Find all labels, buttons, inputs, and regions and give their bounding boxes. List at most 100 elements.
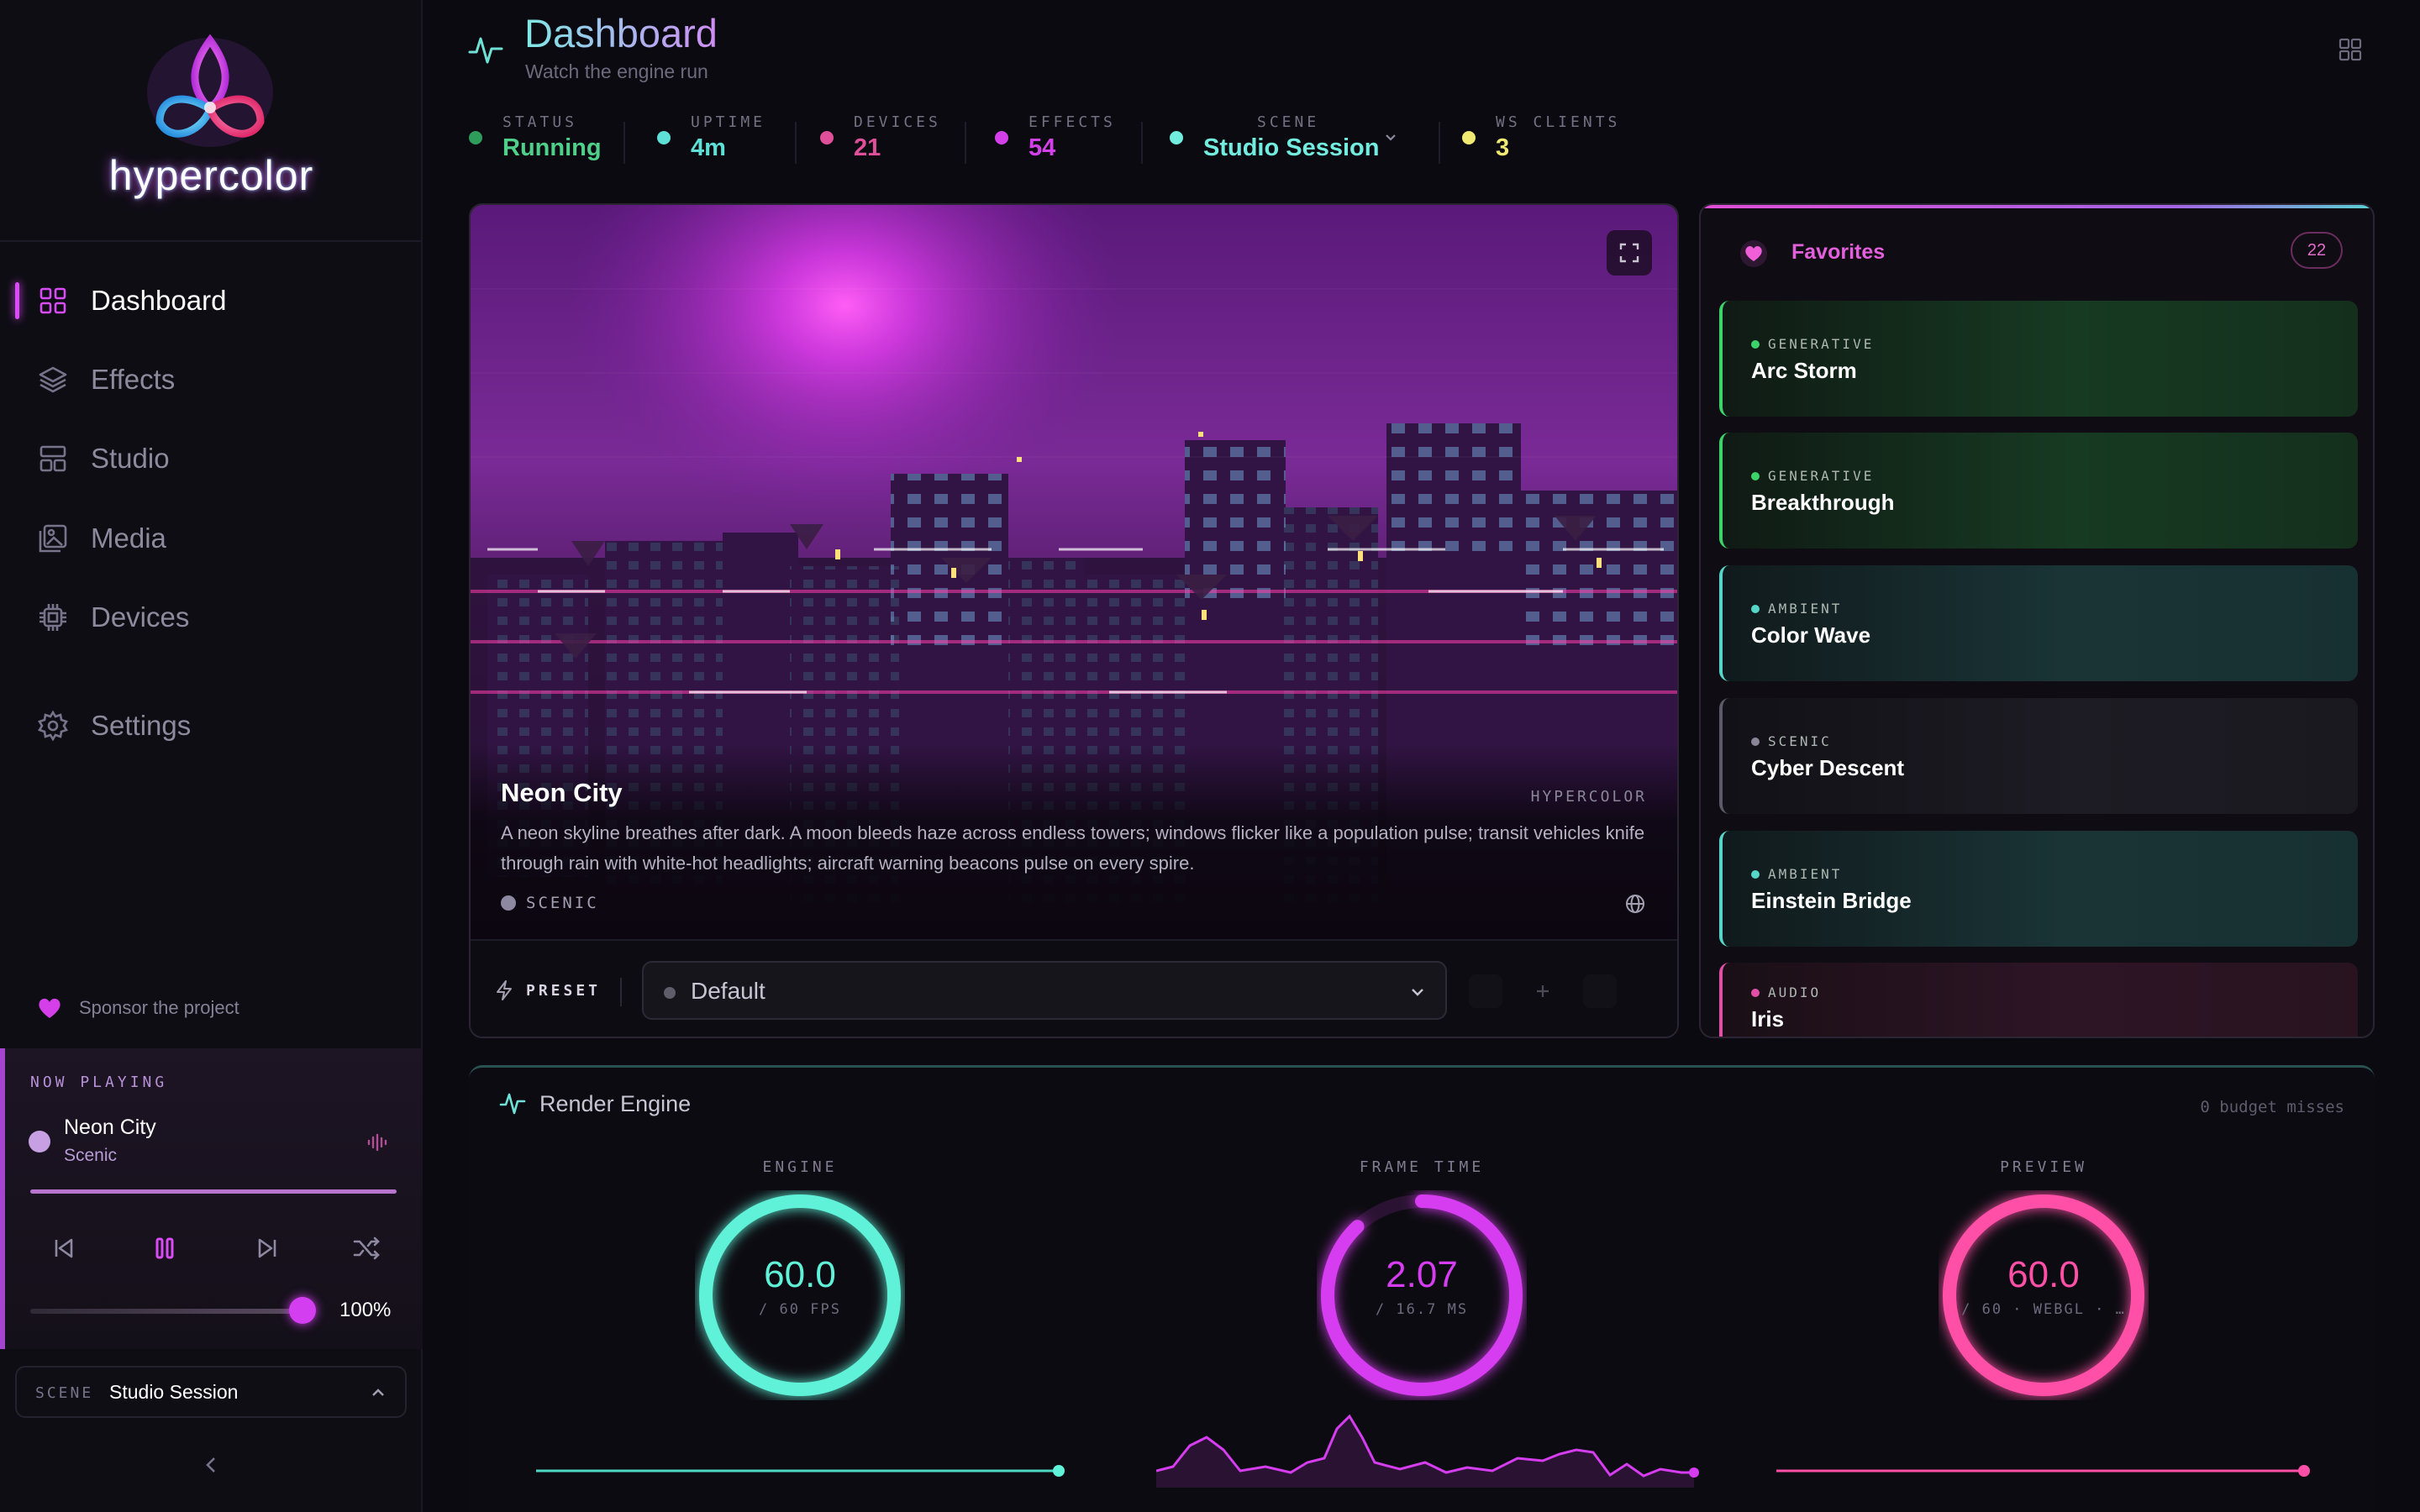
chip-icon — [39, 604, 66, 631]
favorite-name: Cyber Descent — [1751, 755, 1905, 780]
status-dot — [1170, 131, 1183, 144]
category-dot — [1751, 339, 1760, 349]
stat-ws-clients: WS CLIENTS 3 — [1462, 109, 1630, 168]
stat-uptime: UPTIME 4m — [657, 109, 783, 168]
stat-divider — [795, 122, 797, 164]
media-icon — [39, 524, 67, 553]
now-playing-title: NOW PLAYING — [30, 1074, 168, 1091]
heart-icon — [1740, 240, 1767, 267]
favorite-name: Breakthrough — [1751, 490, 1895, 515]
audio-wave-icon — [367, 1133, 387, 1152]
category-dot — [1751, 604, 1760, 613]
fullscreen-button[interactable] — [1607, 230, 1652, 276]
gauge-label: PREVIEW — [2000, 1158, 2087, 1176]
hypercolor-logo-icon — [147, 34, 273, 147]
nav-label-media: Media — [91, 522, 166, 554]
stat-value: Running — [502, 134, 602, 161]
volume-slider-handle[interactable] — [289, 1297, 316, 1324]
now-playing-indicator — [29, 1131, 50, 1152]
gauge-value: 2.07 — [1386, 1254, 1458, 1295]
category-dot — [501, 895, 516, 911]
volume-slider[interactable] — [30, 1309, 308, 1314]
stat-value: 3 — [1496, 134, 1510, 161]
next-icon[interactable] — [250, 1231, 284, 1265]
pause-icon[interactable] — [148, 1231, 182, 1265]
stat-value: Studio Session — [1203, 134, 1380, 161]
scene-select[interactable]: SCENE Studio Session — [15, 1366, 407, 1418]
favorites-accent-line — [1701, 205, 2373, 208]
stat-value: 21 — [854, 134, 881, 161]
gauge-value: 60.0 — [2007, 1254, 2080, 1295]
gauge-value: 60.0 — [764, 1254, 836, 1295]
favorite-item[interactable]: AMBIENT Einstein Bridge — [1719, 831, 2358, 947]
preset-save-button[interactable] — [1469, 974, 1502, 1008]
stat-effects: EFFECTS 54 — [995, 109, 1121, 168]
preset-value: Default — [691, 978, 765, 1004]
logo-text: hypercolor — [108, 152, 314, 199]
nav-item-effects[interactable]: Effects — [0, 350, 423, 409]
preset-dot — [664, 987, 676, 999]
effect-description: A neon skyline breathes after dark. A mo… — [501, 822, 1645, 874]
preset-label-group: PRESET — [494, 979, 601, 1001]
favorite-item[interactable]: AUDIO Iris — [1719, 963, 2358, 1037]
stat-label: SCENE — [1257, 113, 1320, 131]
nav-item-media[interactable]: Media — [0, 509, 423, 568]
globe-icon[interactable] — [1623, 892, 1647, 916]
favorite-category: SCENIC — [1751, 733, 1832, 749]
preset-select[interactable]: Default — [642, 961, 1447, 1020]
volume-value: 100% — [339, 1299, 392, 1321]
favorite-name: Color Wave — [1751, 622, 1871, 648]
nav-item-settings[interactable]: Settings — [0, 696, 423, 755]
status-dot — [995, 131, 1008, 144]
sponsor-link[interactable]: Sponsor the project — [37, 996, 239, 1020]
shuffle-icon[interactable] — [350, 1231, 383, 1265]
stat-label: WS CLIENTS — [1496, 113, 1621, 131]
favorites-title: Favorites — [1791, 240, 1886, 264]
nav-item-studio[interactable]: Studio — [0, 429, 423, 488]
favorite-name: Iris — [1751, 1006, 1785, 1032]
layout-grid-icon[interactable] — [2338, 37, 2363, 62]
preview-sparkline — [1776, 1465, 2310, 1477]
gauge-label: FRAME TIME — [1359, 1158, 1485, 1176]
chevron-down-icon — [1386, 134, 1396, 141]
favorite-item[interactable]: AMBIENT Color Wave — [1719, 565, 2358, 681]
favorite-item[interactable]: GENERATIVE Breakthrough — [1719, 433, 2358, 549]
stat-scene[interactable]: SCENE Studio Session — [1170, 109, 1422, 168]
studio-icon — [39, 445, 66, 472]
status-dot — [1462, 131, 1476, 144]
stat-divider — [623, 122, 625, 164]
render-engine-panel: Render Engine 0 budget misses ENGINE 60.… — [469, 1065, 2375, 1512]
stat-divider — [1439, 122, 1440, 164]
effect-category: SCENIC — [526, 894, 599, 912]
nav-item-devices[interactable]: Devices — [0, 588, 423, 647]
previous-icon[interactable] — [47, 1231, 81, 1265]
gauge-subtitle: / 60 · WEBGL · … — [1961, 1301, 2126, 1318]
nav-item-dashboard[interactable]: Dashboard — [0, 271, 423, 330]
stat-divider — [965, 122, 966, 164]
category-label: GENERATIVE — [1768, 468, 1875, 484]
effect-author: HYPERCOLOR — [1530, 788, 1647, 806]
page-subtitle: Watch the engine run — [525, 60, 708, 82]
gauge-subtitle: / 16.7 MS — [1375, 1301, 1469, 1318]
scene-select-value: Studio Session — [109, 1381, 239, 1403]
effect-name: Neon City — [501, 778, 623, 807]
favorites-panel: Favorites 22 GENERATIVE Arc Storm GENERA… — [1699, 203, 2375, 1038]
dashboard-icon — [39, 287, 66, 314]
category-label: AMBIENT — [1768, 601, 1843, 617]
now-playing-progress[interactable] — [30, 1189, 397, 1194]
chevron-down-icon — [1412, 989, 1423, 996]
favorite-item[interactable]: GENERATIVE Arc Storm — [1719, 301, 2358, 417]
preset-bar: PRESET Default — [471, 939, 1677, 1037]
logo-area: hypercolor — [0, 0, 423, 242]
now-playing-effect[interactable]: Neon City — [64, 1116, 156, 1140]
plus-icon[interactable] — [1526, 974, 1560, 1008]
favorite-item[interactable]: SCENIC Cyber Descent — [1719, 698, 2358, 814]
preset-more-button[interactable] — [1583, 974, 1617, 1008]
stat-label: EFFECTS — [1028, 113, 1116, 131]
page-title: Dashboard — [524, 11, 718, 55]
category-dot — [1751, 988, 1760, 997]
category-dot — [1751, 471, 1760, 480]
category-label: AMBIENT — [1768, 866, 1843, 882]
layers-icon — [39, 366, 67, 393]
collapse-sidebar-icon[interactable] — [198, 1452, 225, 1478]
